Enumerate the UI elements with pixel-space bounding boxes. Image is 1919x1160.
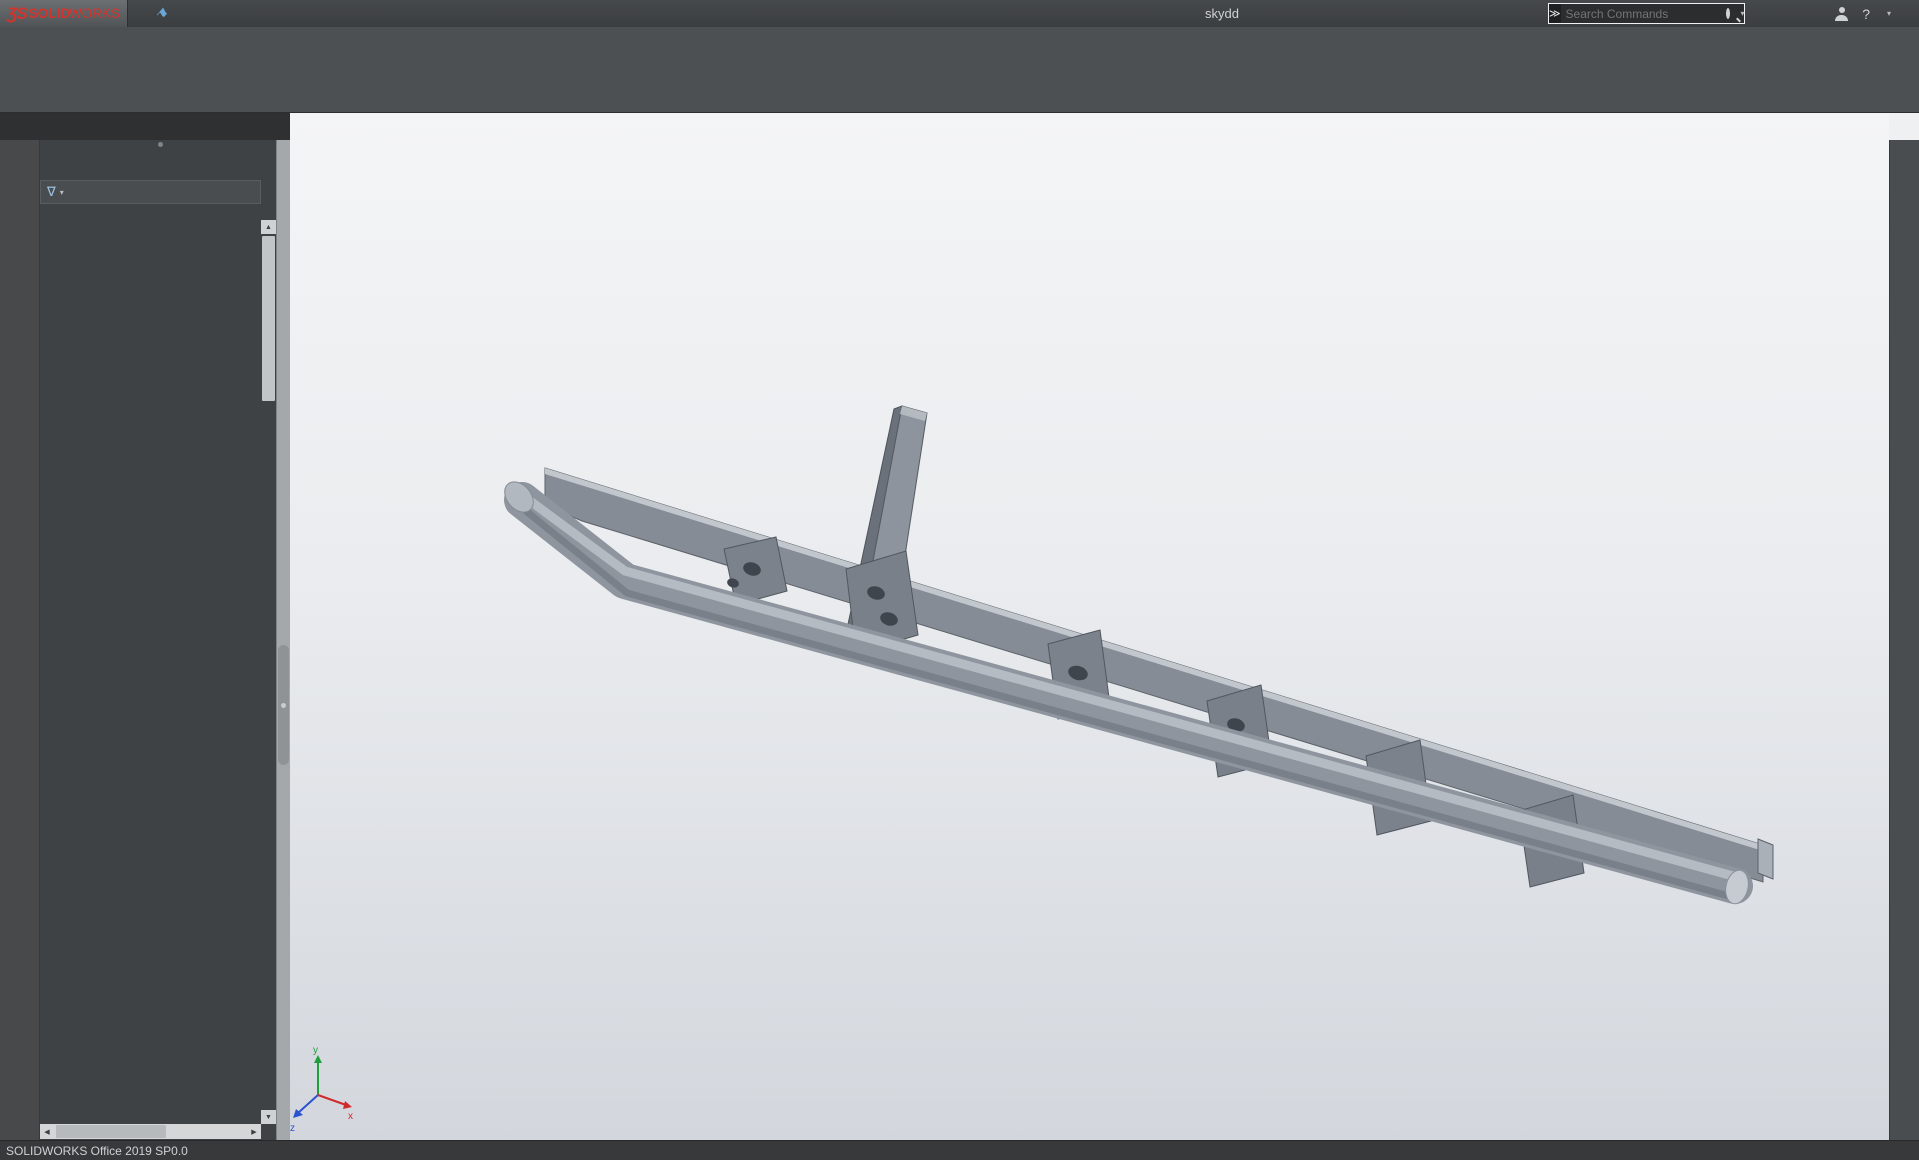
scroll-left-button[interactable]: ◀ (40, 1124, 54, 1139)
tab-band-corner (0, 113, 290, 140)
model-flat-bar[interactable] (545, 468, 1773, 882)
vertical-scroll-thumb[interactable] (262, 236, 275, 401)
login-user-icon[interactable] (1835, 7, 1848, 21)
tree-filter-bar[interactable]: ∇ ▾ (40, 180, 261, 204)
status-bar: SOLIDWORKS Office 2019 SP0.0 (0, 1140, 1919, 1160)
ds-logo-icon: ƷS (7, 4, 27, 24)
triad-x-label: x (348, 1111, 353, 1122)
horizontal-scroll-thumb[interactable] (56, 1125, 166, 1138)
help-icon[interactable]: ? (1862, 6, 1870, 22)
filter-funnel-icon[interactable]: ∇ (47, 184, 56, 200)
task-pane-strip (1889, 140, 1919, 1140)
search-dropdown-icon[interactable]: ▾ (1741, 9, 1745, 18)
featuremanager-panel: ∇ ▾ ▲ ▼ ◀ ▶ (40, 140, 276, 1140)
model-3d-view: y x z (290, 113, 1889, 1140)
triad-z-label: z (290, 1123, 295, 1134)
pin-menu-icon[interactable]: ⚑ (152, 4, 171, 24)
panel-splitter-dot[interactable] (158, 142, 163, 147)
graphics-viewport[interactable]: y x z (290, 113, 1889, 1140)
command-manager-ribbon (0, 27, 1919, 113)
filter-dropdown-icon[interactable]: ▾ (60, 188, 64, 197)
scroll-right-button[interactable]: ▶ (247, 1124, 261, 1139)
viewport-corner-filler (1889, 113, 1919, 140)
search-commands: ≫ ▾ (1548, 3, 1745, 24)
scroll-up-button[interactable]: ▲ (261, 220, 276, 234)
help-dropdown-icon[interactable]: ▾ (1887, 9, 1891, 18)
document-title: skydd (1205, 6, 1239, 21)
title-bar: ƷS SOLID WORKS ⚑ skydd ≫ ▾ ? ▾ (0, 0, 1919, 27)
status-version-text: SOLIDWORKS Office 2019 SP0.0 (6, 1144, 188, 1158)
left-docked-toolbar (0, 140, 40, 1140)
feature-tree (40, 208, 261, 1124)
search-input[interactable] (1561, 7, 1726, 21)
logo-text-works: WORKS (69, 6, 120, 21)
logo-text-solid: SOLID (29, 6, 70, 21)
tree-horizontal-scrollbar[interactable]: ◀ ▶ (40, 1124, 261, 1139)
search-icon[interactable] (1726, 8, 1730, 19)
titlebar-right: ? ▾ (1835, 0, 1911, 27)
reference-triad: y x z (290, 1045, 353, 1134)
panel-splitter[interactable] (276, 140, 290, 1140)
triad-y-label: y (313, 1045, 318, 1056)
tree-vertical-scrollbar[interactable]: ▲ ▼ (261, 220, 276, 1124)
splitter-handle[interactable] (278, 645, 289, 765)
search-launcher-icon[interactable]: ≫ (1549, 4, 1561, 23)
scroll-down-button[interactable]: ▼ (261, 1110, 276, 1124)
solidworks-logo: ƷS SOLID WORKS (0, 0, 128, 27)
